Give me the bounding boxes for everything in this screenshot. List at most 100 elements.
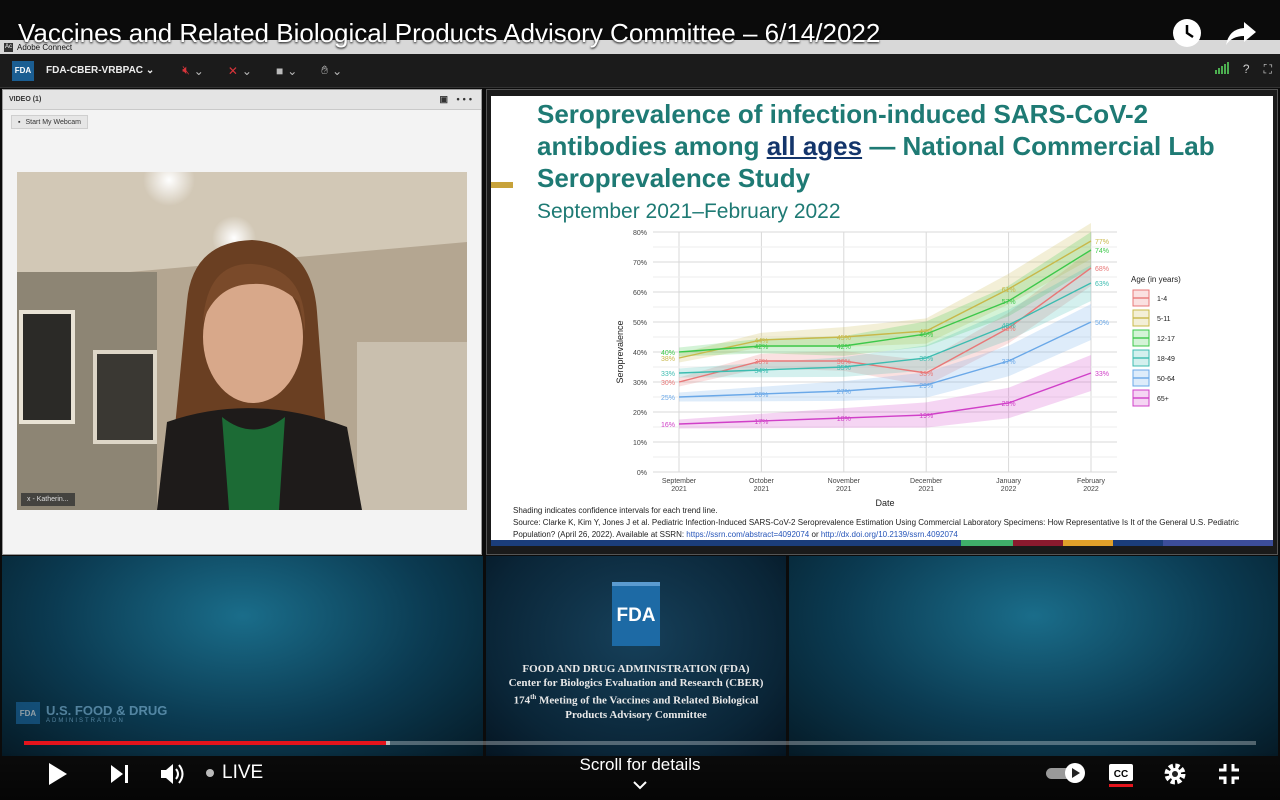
next-button[interactable]	[106, 760, 134, 788]
adobe-connect-logo-icon: Ac	[4, 42, 13, 52]
room-logo: FDA	[12, 60, 34, 81]
video-title[interactable]: Vaccines and Related Biological Products…	[18, 18, 880, 49]
raise-hand-menu[interactable]: ✋︎ ⌄	[321, 63, 342, 78]
x-tick-label: February	[1077, 478, 1106, 485]
data-label-12-17: 42%	[837, 344, 851, 351]
slide-bottom-color-segment	[1013, 540, 1063, 546]
room-menu[interactable]: FDA-CBER-VRBPAC ⌄	[46, 65, 154, 76]
us-fda-watermark: FDA U.S. FOOD & DRUG ADMINISTRATION	[16, 702, 167, 724]
progress-bar[interactable]	[24, 741, 1256, 745]
captions-button[interactable]: CC	[1106, 760, 1136, 788]
fullscreen-button[interactable]	[1214, 760, 1244, 788]
raise-hand-icon: ✋︎	[321, 63, 329, 77]
video-pod-header: VIDEO (1) ▣ •••	[3, 90, 481, 110]
chevron-down-icon: ⌄	[145, 65, 155, 76]
microphone-menu[interactable]: ✕ ⌄	[228, 64, 252, 78]
legend-label-50-64: 50-64	[1157, 376, 1175, 383]
video-pod: VIDEO (1) ▣ ••• ▪ Start My Webcam x - Ka…	[2, 89, 482, 555]
x-tick-label: December	[910, 478, 943, 485]
fda-line-3: 174th Meeting of the Vaccines and Relate…	[486, 690, 786, 708]
speaker-menu[interactable]: 🔇︎ ⌄	[182, 63, 204, 78]
x-tick-label: November	[828, 478, 861, 485]
data-label-50-64: 29%	[919, 383, 933, 390]
fda-logo: FDA	[612, 582, 660, 646]
scroll-for-details[interactable]: Scroll for details	[540, 755, 740, 775]
play-button[interactable]	[44, 760, 72, 788]
volume-button[interactable]	[158, 760, 188, 788]
slide-title-emphasis: all ages	[766, 131, 863, 161]
slide-title: Seroprevalence of infection-induced SARS…	[537, 98, 1257, 194]
legend-label-5-11: 5-11	[1157, 316, 1171, 323]
data-label-1-4: 30%	[661, 380, 675, 387]
fda-line-1: FOOD AND DRUG ADMINISTRATION (FDA)	[522, 663, 750, 675]
svg-text:CC: CC	[1114, 769, 1128, 780]
data-label-12-17: 46%	[919, 332, 933, 339]
help-icon[interactable]: ?	[1243, 62, 1250, 77]
data-label-65+: 19%	[919, 413, 933, 420]
data-label-65+: 17%	[754, 419, 768, 426]
webcam-icon: ▪	[18, 118, 21, 126]
y-tick-label: 80%	[633, 230, 647, 237]
source-or: or	[809, 530, 821, 539]
data-label-50-64: 25%	[661, 395, 675, 402]
chevron-down-icon[interactable]	[632, 777, 648, 795]
source-link-ssrn[interactable]: https://ssrn.com/abstract=4092074	[686, 530, 809, 539]
fullscreen-icon[interactable]: ⛶	[1264, 62, 1272, 77]
data-label-18-49: 38%	[919, 356, 933, 363]
slide-bottom-color-segment	[1163, 540, 1273, 546]
autoplay-toggle[interactable]	[1044, 762, 1090, 784]
y-tick-label: 10%	[633, 440, 647, 447]
fda-watermark-sub: ADMINISTRATION	[46, 717, 125, 724]
watch-later-icon[interactable]	[1170, 16, 1204, 50]
data-label-5-11: 77%	[1095, 239, 1109, 246]
data-label-50-64: 37%	[1002, 359, 1016, 366]
captions-icon: CC	[1109, 764, 1133, 787]
x-tick-label-year: 2021	[754, 486, 770, 493]
source-link-doi[interactable]: http://dx.doi.org/10.2139/ssrn.4092074	[821, 530, 958, 539]
x-tick-label-year: 2022	[1001, 486, 1017, 493]
y-axis-title: Seroprevalence	[615, 320, 625, 383]
legend-label-1-4: 1-4	[1157, 296, 1167, 303]
x-tick-label-year: 2021	[671, 486, 687, 493]
live-label: LIVE	[222, 762, 264, 783]
volume-icon	[161, 764, 184, 784]
y-tick-label: 40%	[633, 350, 647, 357]
share-icon[interactable]	[1224, 16, 1258, 50]
play-icon	[49, 763, 67, 785]
settings-button[interactable]	[1160, 760, 1190, 788]
camera-menu[interactable]: ■ ⌄	[276, 64, 297, 78]
fullscreen-icon	[1219, 764, 1239, 784]
slide-accent-bar	[491, 182, 513, 188]
data-label-5-11: 61%	[1002, 287, 1016, 294]
x-tick-label-year: 2021	[918, 486, 934, 493]
live-indicator[interactable]: LIVE	[206, 762, 263, 784]
youtube-player[interactable]: Ac Adobe Connect FDA FDA-CBER-VRBPAC ⌄ 🔇…	[0, 0, 1280, 800]
gear-icon	[1164, 763, 1186, 785]
data-label-65+: 33%	[1095, 371, 1109, 378]
connection-signal-icon[interactable]	[1214, 62, 1229, 74]
data-label-12-17: 40%	[661, 350, 675, 357]
data-label-5-11: 45%	[837, 335, 851, 342]
data-label-18-49: 63%	[1095, 281, 1109, 288]
meeting-number: 174	[513, 694, 531, 707]
data-label-18-49: 34%	[754, 368, 768, 375]
slide-bottom-color-segment	[961, 540, 1013, 546]
data-label-1-4: 68%	[1095, 266, 1109, 273]
data-label-65+: 23%	[1002, 401, 1016, 408]
start-webcam-button[interactable]: ▪ Start My Webcam	[11, 115, 88, 129]
fda-meeting-info: FOOD AND DRUG ADMINISTRATION (FDA) Cente…	[486, 662, 786, 722]
microphone-muted-icon: ✕	[227, 63, 238, 78]
slide-bottom-color-segment	[1113, 540, 1163, 546]
pod-menu-icon[interactable]: ▣ •••	[440, 94, 475, 105]
data-label-50-64: 27%	[837, 389, 851, 396]
data-label-50-64: 50%	[1095, 320, 1109, 327]
speaker-video-image	[17, 172, 467, 510]
legend-label-12-17: 12-17	[1157, 336, 1175, 343]
next-icon	[111, 765, 128, 783]
shading-note: Shading indicates confidence intervals f…	[513, 506, 718, 515]
fda-watermark-name: U.S. FOOD & DRUG	[46, 702, 168, 718]
camera-icon: ■	[275, 63, 284, 78]
slide-bottom-color-segment	[491, 540, 961, 546]
data-label-1-4: 33%	[919, 371, 933, 378]
background-pane-left: FDA U.S. FOOD & DRUG ADMINISTRATION	[2, 556, 483, 756]
